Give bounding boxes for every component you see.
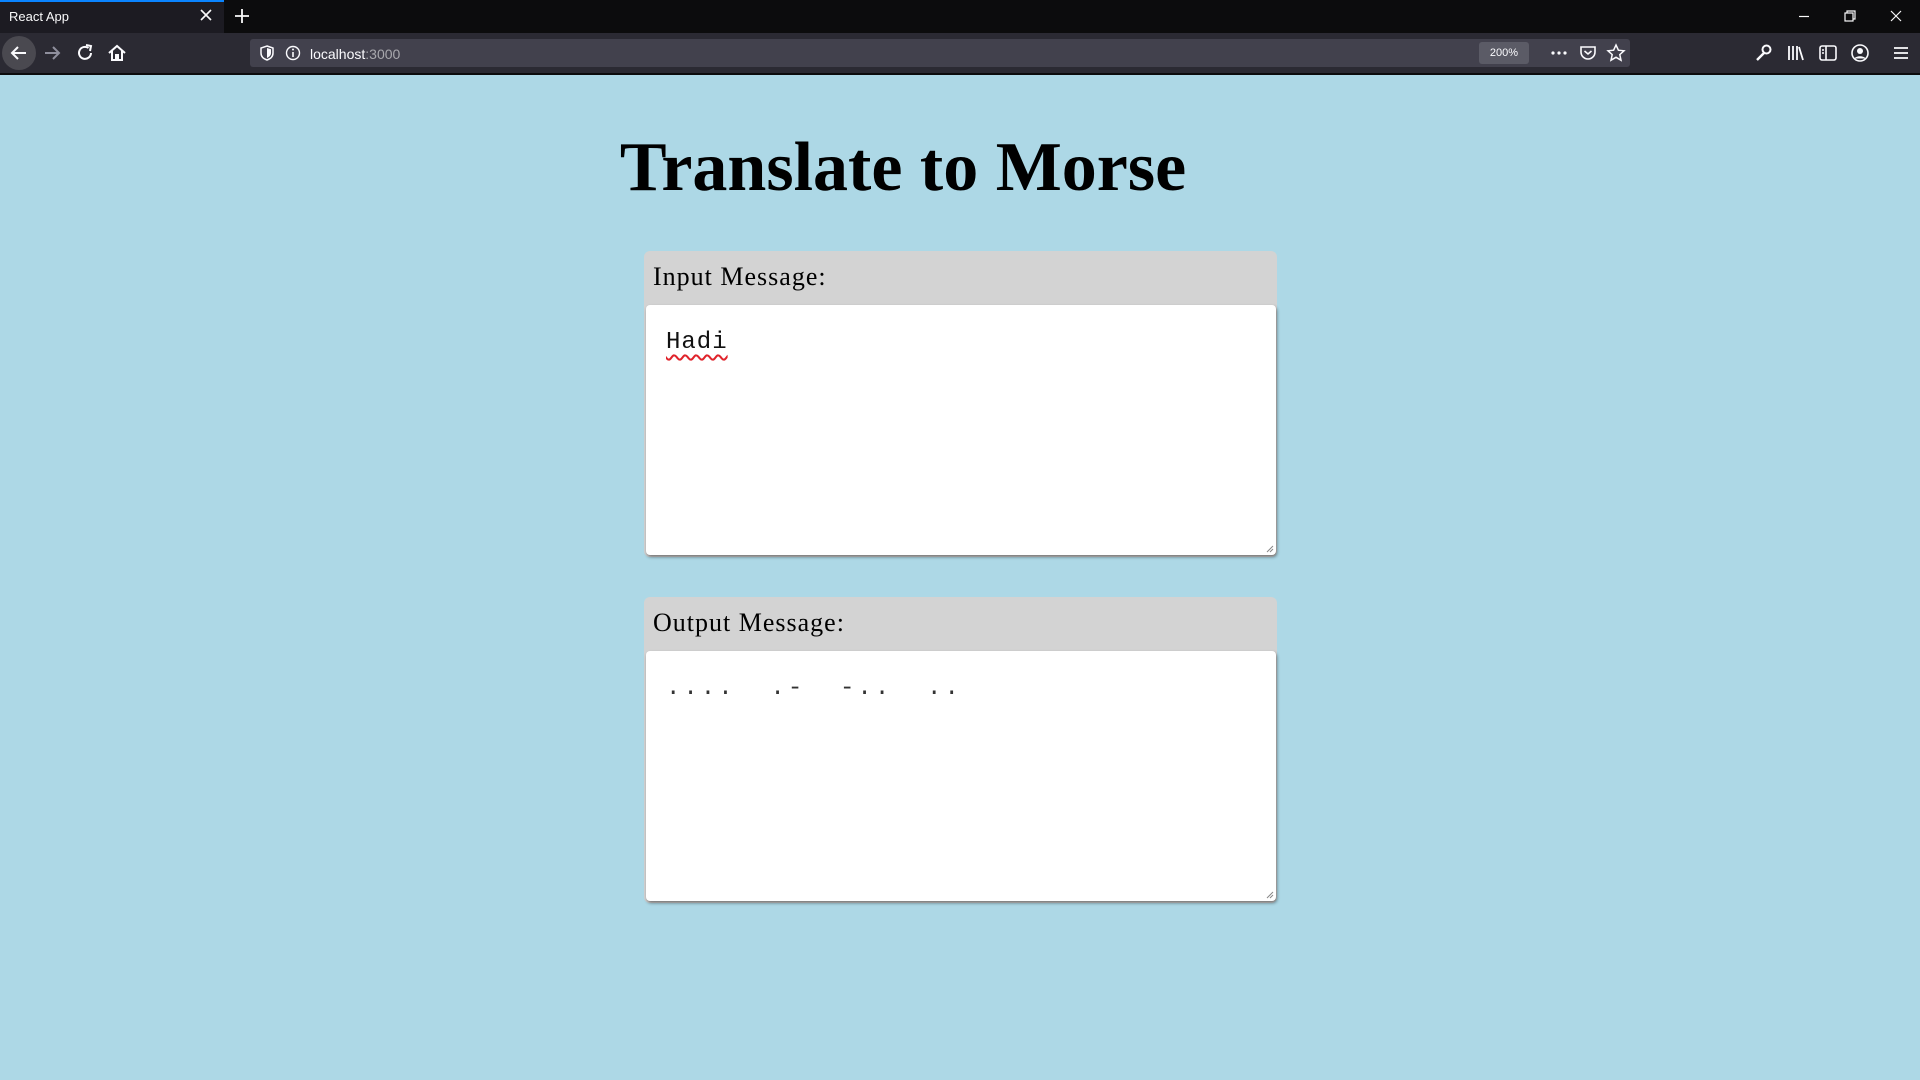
pocket-icon[interactable] xyxy=(1578,43,1598,63)
navigation-toolbar: localhost:3000 200% xyxy=(0,33,1920,73)
more-icon[interactable] xyxy=(1549,44,1569,62)
home-icon[interactable] xyxy=(106,42,128,64)
plus-icon[interactable] xyxy=(232,6,252,26)
input-message-textarea[interactable]: Hadi xyxy=(646,305,1276,555)
tab-title: React App xyxy=(9,9,69,24)
url-host: localhost xyxy=(310,46,366,62)
output-message-value: .... .- -.. .. xyxy=(666,675,962,702)
url-text: localhost:3000 xyxy=(310,46,400,62)
input-message-value: Hadi xyxy=(666,329,728,356)
minimize-icon[interactable] xyxy=(1794,6,1814,26)
page-title: Translate to Morse xyxy=(619,129,1187,206)
wrench-icon[interactable] xyxy=(1752,42,1774,64)
shield-icon[interactable] xyxy=(258,44,276,62)
input-message-panel: Input Message: Hadi xyxy=(644,251,1277,557)
library-icon[interactable] xyxy=(1785,42,1807,64)
resize-grip-icon[interactable] xyxy=(1264,543,1274,553)
reload-icon[interactable] xyxy=(74,42,96,64)
forward-arrow-icon[interactable] xyxy=(41,42,63,64)
back-button[interactable] xyxy=(2,36,36,70)
tab-accent-line xyxy=(0,0,224,2)
output-message-label: Output Message: xyxy=(653,608,845,637)
input-message-label: Input Message: xyxy=(653,262,827,291)
resize-grip-icon[interactable] xyxy=(1264,889,1274,899)
menu-icon[interactable] xyxy=(1890,42,1912,64)
sidebar-icon[interactable] xyxy=(1817,42,1839,64)
tab-strip: React App xyxy=(0,0,1920,33)
close-icon[interactable] xyxy=(198,7,214,23)
output-message-panel: Output Message: .... .- -.. .. xyxy=(644,597,1277,903)
close-icon[interactable] xyxy=(1886,6,1906,26)
account-icon[interactable] xyxy=(1849,42,1871,64)
output-message-textarea[interactable]: .... .- -.. .. xyxy=(646,651,1276,901)
zoom-level-badge[interactable]: 200% xyxy=(1479,42,1529,64)
url-port: :3000 xyxy=(365,46,401,62)
back-arrow-icon xyxy=(10,46,26,60)
star-icon[interactable] xyxy=(1606,43,1626,63)
toolbar-divider xyxy=(0,73,1920,75)
address-bar[interactable]: localhost:3000 200% xyxy=(250,39,1630,67)
info-icon[interactable] xyxy=(284,44,302,62)
active-tab[interactable]: React App xyxy=(0,0,224,33)
restore-icon[interactable] xyxy=(1840,6,1860,26)
